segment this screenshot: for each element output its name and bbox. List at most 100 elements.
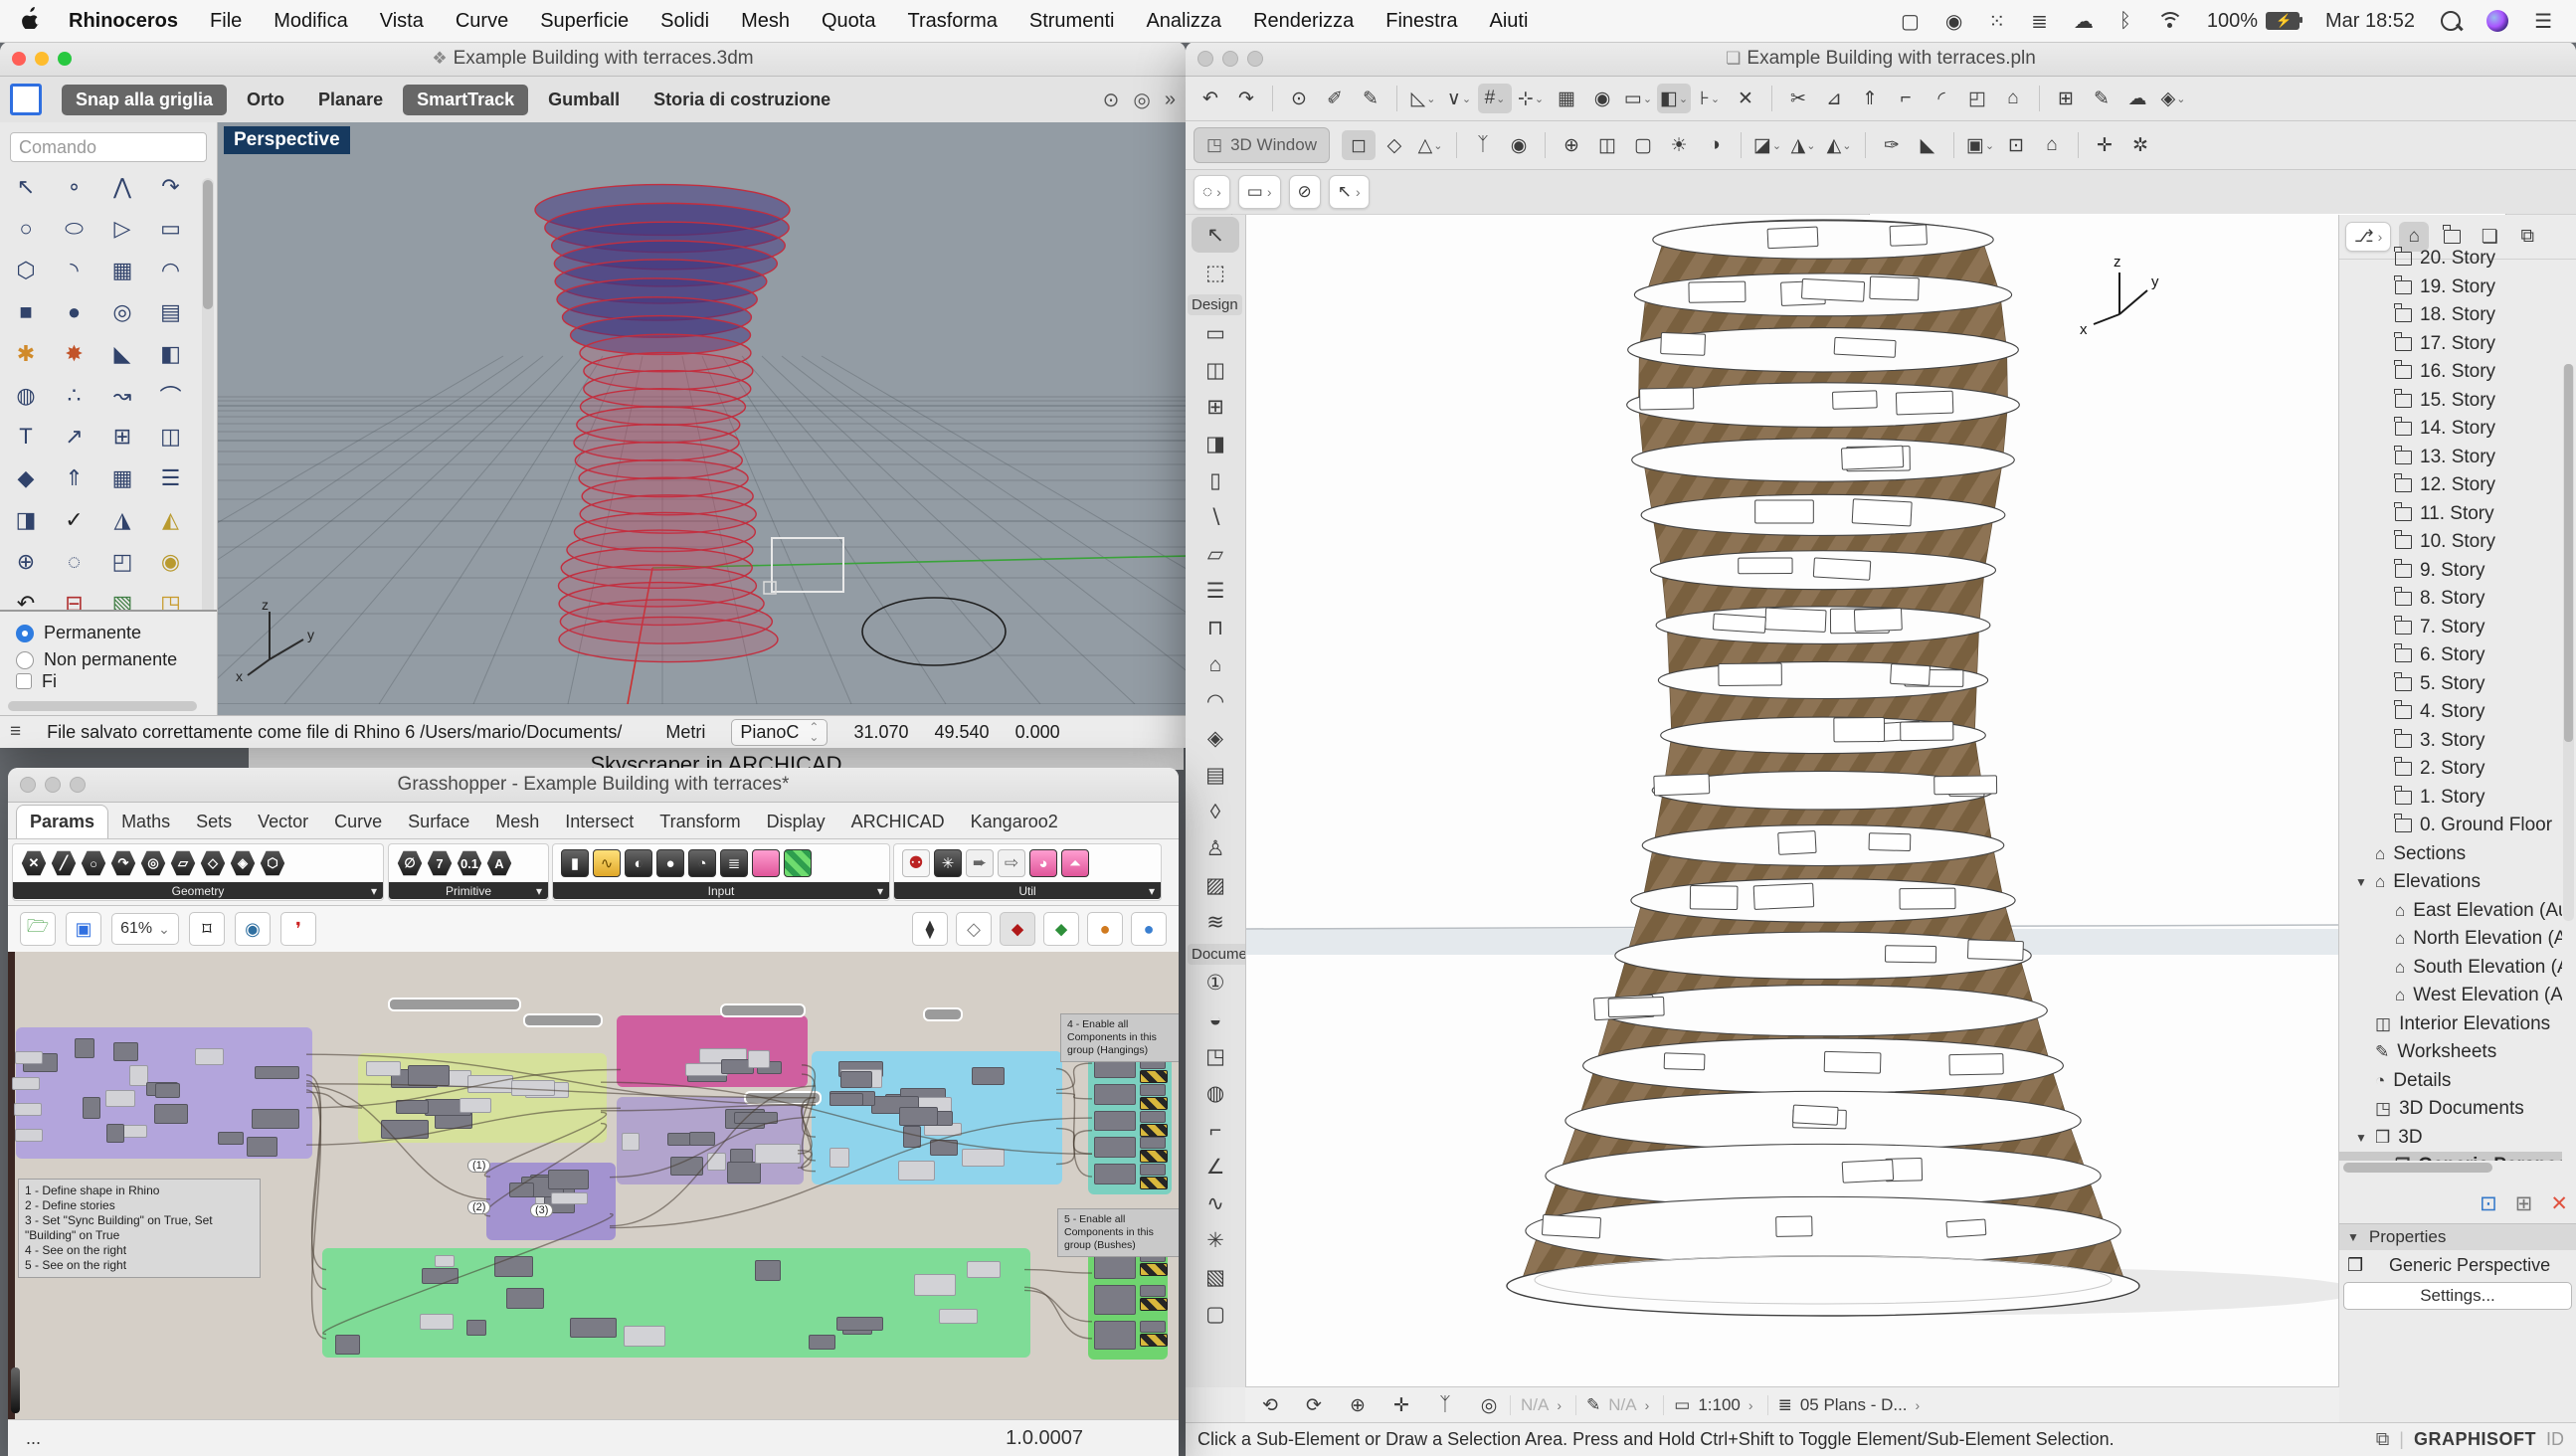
param-node[interactable]: [105, 1090, 134, 1107]
snap-guides-icon[interactable]: ∨⌄: [1442, 84, 1476, 113]
pick-up-parameters-icon[interactable]: ✐: [1318, 84, 1352, 113]
surface-net-icon[interactable]: ▦: [102, 256, 142, 285]
point-icon[interactable]: ∘: [55, 172, 94, 202]
group-bushes-green[interactable]: [1088, 1244, 1168, 1360]
group-title-capsule[interactable]: [388, 998, 521, 1011]
zoom-extents-button[interactable]: ⌑: [189, 912, 225, 946]
param-node[interactable]: [15, 1051, 43, 1064]
mesh-tool-icon[interactable]: ≋: [1186, 904, 1245, 941]
figure-tool-icon[interactable]: ▧: [1186, 1259, 1245, 1296]
overflow-icon[interactable]: »: [1165, 89, 1176, 111]
option-non-permanente[interactable]: Non permanente: [0, 646, 217, 673]
section-tool-icon[interactable]: ①: [1186, 965, 1245, 1001]
story-item[interactable]: 7. Story: [2339, 614, 2562, 642]
arc-icon[interactable]: ▷: [102, 214, 142, 244]
param-mesh-icon[interactable]: ◈: [230, 850, 256, 876]
osnap-orto[interactable]: Orto: [233, 85, 298, 115]
object-tool-icon[interactable]: ♙: [1186, 830, 1245, 867]
grasshopper-canvas[interactable]: 1 - Define shape in Rhino2 - Define stor…: [8, 952, 1179, 1420]
preview-shaded-button[interactable]: ⬥: [1000, 912, 1035, 946]
3d-window-button[interactable]: ◳ 3D Window: [1194, 127, 1330, 163]
tree-item-3d[interactable]: ▼❒3D: [2339, 1124, 2562, 1153]
dimension-style-icon[interactable]: ⊦⌄: [1693, 84, 1727, 113]
rhino-app-icon[interactable]: [10, 84, 42, 115]
array-grid-icon[interactable]: ▦: [102, 463, 142, 493]
param-spiral-icon[interactable]: ◎: [140, 850, 166, 876]
gh-tab-archicad[interactable]: ARCHICAD: [838, 806, 958, 838]
story-item[interactable]: 16. Story: [2339, 358, 2562, 387]
settings-button[interactable]: Settings...: [2343, 1282, 2572, 1310]
tree-item-worksheets[interactable]: ✎Worksheets: [2339, 1038, 2562, 1067]
component-node[interactable]: [899, 1107, 938, 1126]
group-lavender[interactable]: [617, 1097, 804, 1184]
story-item[interactable]: 6. Story: [2339, 641, 2562, 670]
guide-lines-icon[interactable]: ◺⌄: [1406, 84, 1440, 113]
group-title-capsule[interactable]: [923, 1007, 963, 1021]
param-brep-icon[interactable]: ⬡: [260, 850, 285, 876]
param-integer-icon[interactable]: 7: [427, 850, 453, 876]
gh-tab-sets[interactable]: Sets: [183, 806, 245, 838]
option-fi[interactable]: Fi: [0, 673, 217, 689]
disabled-component[interactable]: [1094, 1321, 1136, 1350]
zoom-extents-icon[interactable]: ◰: [102, 547, 142, 577]
button-icon[interactable]: ●: [656, 849, 684, 877]
window-tool-icon[interactable]: ⊞: [1186, 389, 1245, 426]
component-node[interactable]: [734, 1112, 778, 1124]
component-node[interactable]: [494, 1256, 534, 1277]
shell-tool-icon[interactable]: ◠: [1186, 683, 1245, 720]
sun-study-icon[interactable]: ☀: [1662, 130, 1696, 160]
preview-eye-button[interactable]: ◉: [235, 912, 271, 946]
preview-off-button[interactable]: ⧫: [912, 912, 948, 946]
orbit-fwd-icon[interactable]: ⟳: [1297, 1390, 1331, 1420]
ribbon-group-label[interactable]: Primitive▾: [389, 882, 548, 899]
control-center-icon[interactable]: ☰: [2534, 9, 2552, 34]
walk-icon[interactable]: ᛉ: [1428, 1390, 1462, 1420]
menu-mesh[interactable]: Mesh: [725, 10, 806, 32]
group-title-capsule[interactable]: [720, 1003, 806, 1017]
navigator-scrollbar[interactable]: [2563, 364, 2574, 921]
marquee-lasso-button[interactable]: ◌›: [1194, 175, 1230, 209]
param-node[interactable]: [366, 1061, 401, 1076]
grasshopper-titlebar[interactable]: Grasshopper - Example Building with terr…: [8, 768, 1179, 803]
move-icon[interactable]: ↗: [55, 422, 94, 452]
story-item[interactable]: 4. Story: [2339, 698, 2562, 727]
component-node[interactable]: [83, 1097, 101, 1119]
menu-file[interactable]: File: [194, 10, 258, 32]
render-tool-icon[interactable]: ◭: [151, 505, 191, 535]
array-linear-icon[interactable]: ☰: [151, 463, 191, 493]
layer-combination[interactable]: 05 Plans - D...: [1800, 1395, 1908, 1415]
ribbon-group-label[interactable]: Geometry▾: [13, 882, 383, 899]
story-item[interactable]: 12. Story: [2339, 471, 2562, 500]
story-item[interactable]: 20. Story: [2339, 245, 2562, 273]
component-node[interactable]: [106, 1124, 124, 1143]
gh-tab-mesh[interactable]: Mesh: [482, 806, 552, 838]
component-node[interactable]: [255, 1066, 299, 1078]
zoom-level-dropdown[interactable]: 61%⌄: [111, 913, 179, 945]
custom-preview-button[interactable]: ⬥: [1043, 912, 1079, 946]
fillet-icon[interactable]: ◜: [1925, 84, 1958, 113]
story-item[interactable]: 14. Story: [2339, 415, 2562, 444]
display-icon[interactable]: ▢: [1901, 9, 1920, 34]
tree-item-east-elevation-au[interactable]: ⌂East Elevation (Au: [2339, 897, 2562, 926]
preview-blue-button[interactable]: ●: [1131, 912, 1167, 946]
boolean-toggle-icon[interactable]: ◐: [625, 849, 652, 877]
component-node[interactable]: [836, 1317, 883, 1332]
pan-icon[interactable]: ✛: [1384, 1390, 1418, 1420]
component-output[interactable]: [1140, 1111, 1166, 1123]
ribbon-group-label[interactable]: Util▾: [894, 882, 1161, 899]
arrow-tool-icon[interactable]: ↖: [1192, 217, 1239, 253]
corner-icon[interactable]: ⌐: [1889, 84, 1923, 113]
param-node[interactable]: [962, 1149, 1005, 1167]
param-text-icon[interactable]: A: [486, 850, 512, 876]
ribbon-group-label[interactable]: Input▾: [553, 882, 889, 899]
torus-icon[interactable]: ◎: [102, 297, 142, 327]
delete-icon[interactable]: ✕: [2550, 1191, 2568, 1216]
expander-icon[interactable]: ▼: [2355, 1131, 2367, 1145]
component-output[interactable]: [1140, 1164, 1166, 1176]
polyline-icon[interactable]: ⋀: [102, 172, 142, 202]
trim-icon[interactable]: ✂: [1781, 84, 1815, 113]
disabled-component[interactable]: [1094, 1285, 1136, 1314]
menu-modifica[interactable]: Modifica: [258, 10, 363, 32]
zone-tool-icon[interactable]: ▨: [1186, 867, 1245, 904]
door-tool-icon[interactable]: ◫: [1186, 352, 1245, 389]
